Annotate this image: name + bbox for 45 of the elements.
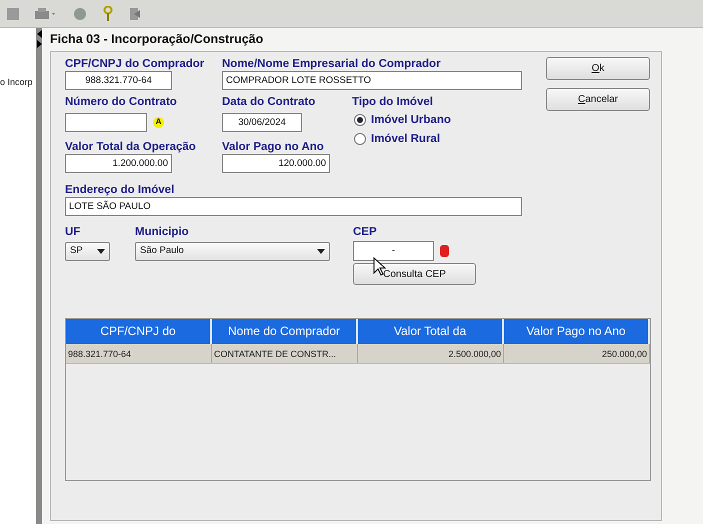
error-icon [440,244,449,257]
field-label: Endereço do Imóvel [65,184,176,197]
field-label: Municipio [135,226,190,239]
radio-option[interactable]: Imóvel Rural [354,130,440,149]
radio-circle[interactable] [354,133,366,146]
input-field[interactable]: 120.000.00 [222,154,330,173]
input-field[interactable]: 1.200.000.00 [65,154,172,173]
city-dropdown[interactable]: São Paulo [135,242,330,261]
input-field[interactable]: - [353,240,434,261]
input-field[interactable]: LOTE SÃO PAULO [65,196,522,216]
field-label: Valor Total da Operação [65,140,197,154]
key-icon[interactable] [102,6,114,22]
dropdown-arrow-icon [317,248,325,254]
input-field[interactable]: COMPRADOR LOTE ROSSETTO [222,70,522,90]
tree-item[interactable]: o Incorp [0,77,33,87]
input-field[interactable]: 30/06/2024 [222,112,302,132]
table-cell: 988.321.770-64 [66,344,212,364]
field-label: Tipo do Imóvel [352,96,434,109]
field-label: Nome/Nome Empresarial do Comprador [222,58,442,71]
dropdown-arrow-icon [97,248,105,254]
dialog-button[interactable]: Cancelar [546,88,650,111]
exit-icon[interactable] [128,6,142,22]
required-badge: A [153,116,164,128]
radio-option[interactable]: Imóvel Urbano [354,110,451,130]
table-cell: 250.000,00 [504,344,650,364]
state-dropdown[interactable]: SP [65,242,110,261]
globe-icon[interactable] [72,6,88,22]
input-field[interactable] [65,112,147,132]
collapse-arrow-icon[interactable] [36,30,42,38]
field-label: Data do Contrato [222,96,316,109]
dialog-button[interactable]: Ok [546,56,650,80]
table-cell: CONTATANTE DE CONSTR... [212,344,358,364]
radio-circle[interactable] [354,114,366,126]
field-label: UF [65,226,82,239]
field-label: Valor Pago no Ano [222,140,325,154]
printer-icon[interactable] [34,6,58,20]
consult-button[interactable]: Consulta CEP [353,263,476,286]
field-label: CPF/CNPJ do Comprador [65,58,206,71]
field-label: Número do Contrato [65,96,178,109]
field-label: CEP [353,226,378,239]
window-title: Ficha 03 - Incorporação/Construção [50,31,264,48]
grid-icon[interactable] [6,6,20,20]
input-field[interactable]: 988.321.770-64 [65,70,172,90]
expand-arrow-icon[interactable] [36,40,42,48]
table-cell: 2.500.000,00 [358,344,504,364]
